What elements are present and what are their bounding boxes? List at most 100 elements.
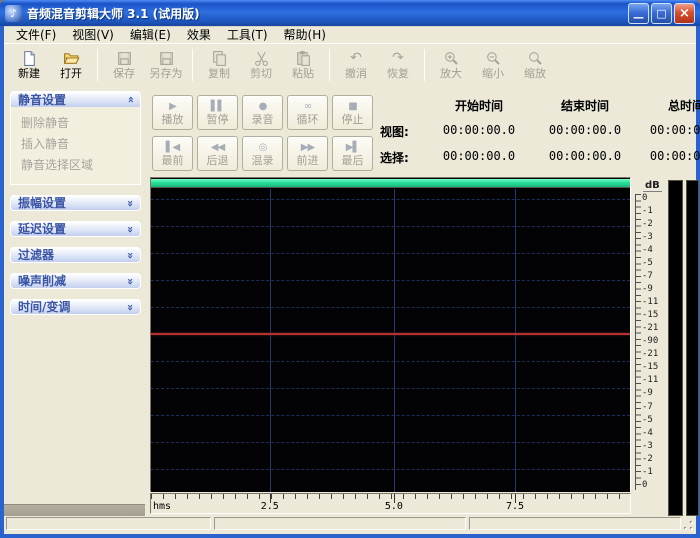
rewind-button[interactable]: ◀◀后退 [197, 136, 238, 171]
toolbar: 新建打开保存另存为复制剪切粘贴↶撤消↷恢复放大缩小缩放 [4, 44, 696, 85]
paste-icon [295, 50, 312, 67]
mix-record-icon: ◎ [259, 141, 267, 154]
db-label-13: -15 [642, 363, 666, 372]
sidebar-panel-header-3[interactable]: 过滤器» [10, 247, 141, 263]
toolbar-separator [192, 49, 193, 81]
redo-icon-glyph: ↷ [392, 51, 404, 66]
menu-item-3[interactable]: 效果 [179, 25, 219, 44]
cut-icon [253, 50, 270, 67]
close-button[interactable]: × [674, 3, 695, 24]
open-folder-icon [63, 50, 80, 67]
save-as-icon [158, 50, 175, 67]
sidebar-item-2[interactable]: 静音选择区域 [21, 155, 140, 176]
menu-item-5[interactable]: 帮助(H) [276, 25, 334, 44]
transport-button-label: 最前 [162, 154, 184, 167]
sidebar-panel-header-2[interactable]: 延迟设置» [10, 221, 141, 237]
toolbar-button-label: 缩放 [524, 67, 546, 80]
redo-button: ↷恢复 [378, 46, 418, 84]
stop-button[interactable]: ■停止 [332, 95, 373, 130]
sidebar-panel-body: 删除静音插入静音静音选择区域 [10, 107, 141, 185]
toolbar-button-label: 保存 [113, 67, 135, 80]
chevron-up-icon[interactable]: » [124, 93, 137, 106]
open-folder-button[interactable]: 打开 [51, 46, 91, 84]
toolbar-button-label: 恢复 [387, 67, 409, 80]
sidebar-item-1[interactable]: 插入静音 [21, 134, 140, 155]
grid-line-horizontal [151, 280, 630, 281]
chevron-down-icon[interactable]: » [124, 275, 137, 288]
toolbar-button-label: 打开 [60, 67, 82, 80]
db-label-3: -3 [642, 233, 666, 242]
time-header-0: 开始时间 [426, 97, 532, 114]
menu-item-4[interactable]: 工具(T) [219, 25, 276, 44]
time-row-label-1: 选择: [378, 149, 426, 166]
app-window: ♪ 音频混音剪辑大师 3.1 (试用版) — □ × 文件(F)视图(V)编辑(… [0, 0, 700, 538]
menu-item-1[interactable]: 视图(V) [64, 25, 122, 44]
sidebar-panel-header-4[interactable]: 噪声削减» [10, 273, 141, 289]
center-line [151, 333, 630, 335]
forward-button[interactable]: ▶▶前进 [287, 136, 328, 171]
chevron-down-icon[interactable]: » [124, 223, 137, 236]
db-label-8: -11 [642, 298, 666, 307]
status-section-0 [6, 517, 211, 530]
time-value: 00:00:00.0 [532, 123, 638, 140]
sidebar-panel-header-5[interactable]: 时间/变调» [10, 299, 141, 315]
undo-icon: ↶ [350, 50, 362, 67]
db-label-22: 0 [642, 481, 666, 490]
toolbar-button-label: 粘贴 [292, 67, 314, 80]
transport-button-label: 循环 [297, 113, 319, 126]
waveform-canvas[interactable] [151, 189, 630, 492]
transport-button-label: 停止 [342, 113, 364, 126]
pause-button[interactable]: ▌▌暂停 [197, 95, 238, 130]
transport-button-label: 混录 [252, 154, 274, 167]
cut-button: 剪切 [241, 46, 281, 84]
grid-line-horizontal [151, 469, 630, 470]
title-bar[interactable]: ♪ 音频混音剪辑大师 3.1 (试用版) — □ × [0, 0, 700, 26]
play-button[interactable]: ▶播放 [152, 95, 193, 130]
sidebar-panel-header-0[interactable]: 静音设置» [10, 91, 141, 107]
forward-icon: ▶▶ [301, 141, 314, 154]
chevron-down-icon[interactable]: » [124, 249, 137, 262]
menu-item-0[interactable]: 文件(F) [8, 25, 64, 44]
grid-line-horizontal [151, 253, 630, 254]
menu-item-2[interactable]: 编辑(E) [122, 25, 179, 44]
chevron-down-icon[interactable]: » [124, 301, 137, 314]
mix-record-button[interactable]: ◎混录 [242, 136, 283, 171]
record-button[interactable]: ●录音 [242, 95, 283, 130]
skip-end-icon: ▶▌ [346, 141, 359, 154]
toolbar-button-label: 复制 [208, 67, 230, 80]
loop-button[interactable]: ∞循环 [287, 95, 328, 130]
resize-grip[interactable] [683, 520, 695, 532]
level-meter-left [668, 180, 683, 516]
db-label-19: -3 [642, 442, 666, 451]
transport-button-label: 最后 [342, 154, 364, 167]
sidebar-panel-header-1[interactable]: 振幅设置» [10, 195, 141, 211]
position-bar[interactable] [151, 179, 630, 188]
time-value: 00:00:00.0 [426, 123, 532, 140]
transport-controls: ▶播放▌▌暂停●录音∞循环■停止▌◀最前◀◀后退◎混录▶▶前进▶▌最后 [152, 95, 373, 177]
waveform-panel [150, 177, 631, 492]
minimize-button[interactable]: — [628, 3, 649, 24]
maximize-button[interactable]: □ [651, 3, 672, 24]
db-labels: 0-1-2-3-4-5-7-9-11-15-21-90-21-15-11-9-7… [642, 194, 666, 490]
db-label-10: -21 [642, 324, 666, 333]
time-ruler[interactable]: hms 2.55.07.5 [150, 493, 631, 514]
redo-icon: ↷ [392, 50, 404, 67]
sidebar: 静音设置»删除静音插入静音静音选择区域振幅设置»延迟设置»过滤器»噪声削减»时间… [6, 87, 145, 519]
sidebar-panel-4: 噪声削减» [10, 273, 141, 289]
db-label-14: -11 [642, 376, 666, 385]
grid-line-vertical [394, 189, 395, 492]
zoom-button: 缩放 [515, 46, 555, 84]
chevron-down-icon[interactable]: » [124, 197, 137, 210]
new-document-button[interactable]: 新建 [9, 46, 49, 84]
sidebar-item-0[interactable]: 删除静音 [21, 113, 140, 134]
ruler-label-1: 5.0 [385, 501, 403, 512]
db-label-15: -9 [642, 389, 666, 398]
app-icon: ♪ [5, 5, 22, 22]
window-body: 文件(F)视图(V)编辑(E)效果工具(T)帮助(H) 新建打开保存另存为复制剪… [4, 26, 696, 534]
grid-line-vertical [270, 189, 271, 492]
grid-line-horizontal [151, 226, 630, 227]
db-label-7: -9 [642, 285, 666, 294]
main-area: ▶播放▌▌暂停●录音∞循环■停止▌◀最前◀◀后退◎混录▶▶前进▶▌最后 开始时间… [146, 85, 696, 534]
skip-start-button[interactable]: ▌◀最前 [152, 136, 193, 171]
skip-end-button[interactable]: ▶▌最后 [332, 136, 373, 171]
